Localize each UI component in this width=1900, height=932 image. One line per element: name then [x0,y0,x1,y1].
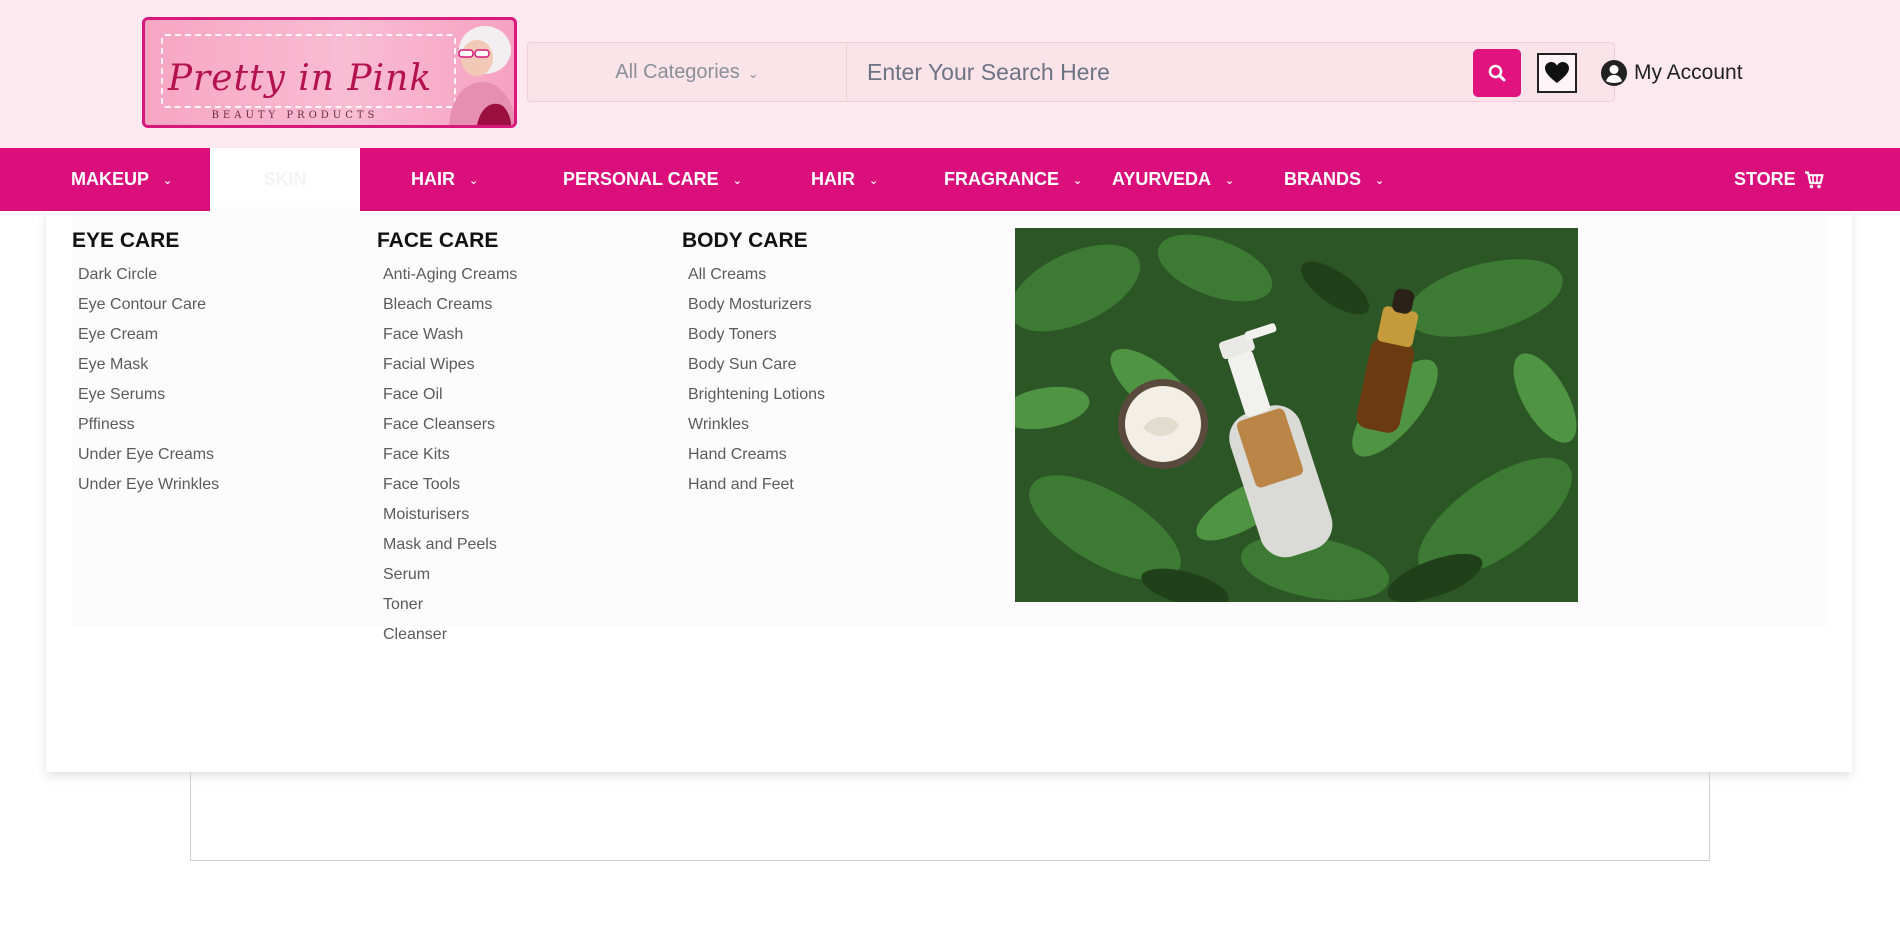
menu-link[interactable]: Body Toners [688,325,825,355]
nav-item-label: FRAGRANCE [944,169,1059,189]
nav-item-label: MAKEUP [71,169,150,189]
nav-item-fragrance[interactable]: FRAGRANCE ⌄ [944,148,1082,211]
menu-link[interactable]: Wrinkles [688,415,825,445]
menu-link[interactable]: Bleach Creams [383,295,517,325]
nav-item-makeup[interactable]: MAKEUP ⌄ [71,148,172,211]
menu-link[interactable]: All Creams [688,265,825,295]
menu-link[interactable]: Facial Wipes [383,355,517,385]
page-content-frame [190,772,1710,861]
menu-link[interactable]: Dark Circle [78,265,219,295]
category-select[interactable]: All Categories ⌄ [527,42,847,102]
menu-link[interactable]: Face Tools [383,475,517,505]
nav-item-label: HAIR [811,169,855,189]
site-header: Pretty in Pink BEAUTY PRODUCTS All Categ… [0,0,1900,148]
logo-tagline: BEAUTY PRODUCTS [211,110,379,121]
menu-link[interactable]: Body Mosturizers [688,295,825,325]
menu-column-eye-care: EYE CARE Dark Circle Eye Contour Care Ey… [72,229,219,505]
nav-item-label: STORE [1734,169,1796,189]
chevron-down-icon: ⌄ [869,175,879,187]
nav-item-store[interactable]: STORE [1734,148,1824,211]
menu-link[interactable]: Brightening Lotions [688,385,825,415]
menu-link[interactable]: Under Eye Wrinkles [78,475,219,505]
menu-link[interactable]: Serum [383,565,517,595]
my-account-link[interactable]: My Account [1600,58,1743,88]
menu-column-title: BODY CARE [682,229,808,252]
nav-item-brands[interactable]: BRANDS ⌄ [1284,148,1384,211]
nav-item-label: HAIR [411,169,455,189]
my-account-label: My Account [1634,61,1743,84]
skin-mega-menu: EYE CARE Dark Circle Eye Contour Care Ey… [46,211,1852,772]
menu-link[interactable]: Moisturisers [383,505,517,535]
menu-link[interactable]: Hand Creams [688,445,825,475]
chevron-down-icon: ⌄ [1225,175,1235,187]
logo-text: Pretty in Pink [167,58,433,99]
cart-icon [1804,170,1824,188]
menu-column-body-care: BODY CARE All Creams Body Mosturizers Bo… [682,229,825,505]
promo-image[interactable] [1015,228,1578,602]
search-icon [1488,64,1506,82]
logo-figure-image [449,26,514,125]
chevron-down-icon: ⌄ [1073,175,1083,187]
menu-link[interactable]: Toner [383,595,517,625]
nav-item-label: BRANDS [1284,169,1362,189]
nav-item-personal-care[interactable]: PERSONAL CARE ⌄ [563,148,742,211]
chevron-down-icon: ⌄ [747,65,759,81]
skincare-products-image [1015,228,1578,602]
search-button[interactable] [1473,49,1521,97]
menu-column-face-care: FACE CARE Anti-Aging Creams Bleach Cream… [377,229,517,655]
menu-link[interactable]: Body Sun Care [688,355,825,385]
nav-item-skin[interactable]: SKIN [210,148,360,211]
nav-item-hair[interactable]: HAIR ⌄ [411,148,478,211]
menu-link[interactable]: Face Oil [383,385,517,415]
menu-link[interactable]: Under Eye Creams [78,445,219,475]
main-nav: MAKEUP ⌄ SKIN HAIR ⌄ PERSONAL CARE ⌄ HAI… [0,148,1900,211]
menu-column-title: FACE CARE [377,229,499,252]
menu-link[interactable]: Face Wash [383,325,517,355]
site-logo[interactable]: Pretty in Pink BEAUTY PRODUCTS [142,17,517,128]
menu-column-title: EYE CARE [72,229,180,252]
chevron-down-icon: ⌄ [163,175,173,187]
menu-link[interactable]: Face Kits [383,445,517,475]
chevron-down-icon: ⌄ [1375,175,1385,187]
chevron-down-icon: ⌄ [469,175,479,187]
mega-menu-content: EYE CARE Dark Circle Eye Contour Care Ey… [72,211,1828,643]
menu-link[interactable]: Mask and Peels [383,535,517,565]
nav-item-ayurveda[interactable]: AYURVEDA ⌄ [1112,148,1234,211]
heart-icon [1545,62,1569,83]
nav-item-label: SKIN [263,169,307,189]
menu-link[interactable]: Eye Cream [78,325,219,355]
chevron-down-icon: ⌄ [732,175,742,187]
menu-link[interactable]: Eye Contour Care [78,295,219,325]
menu-link[interactable]: Pffiness [78,415,219,445]
wishlist-button[interactable] [1537,53,1577,93]
nav-item-label: PERSONAL CARE [563,169,719,189]
menu-link[interactable]: Anti-Aging Creams [383,265,517,295]
nav-item-hair-2[interactable]: HAIR ⌄ [811,148,878,211]
menu-link[interactable]: Eye Mask [78,355,219,385]
nav-item-label: AYURVEDA [1112,169,1212,189]
menu-link[interactable]: Eye Serums [78,385,219,415]
user-icon [1601,60,1627,86]
menu-link[interactable]: Hand and Feet [688,475,825,505]
menu-link[interactable]: Face Cleansers [383,415,517,445]
category-select-label: All Categories [615,60,740,83]
menu-link[interactable]: Cleanser [383,625,517,655]
